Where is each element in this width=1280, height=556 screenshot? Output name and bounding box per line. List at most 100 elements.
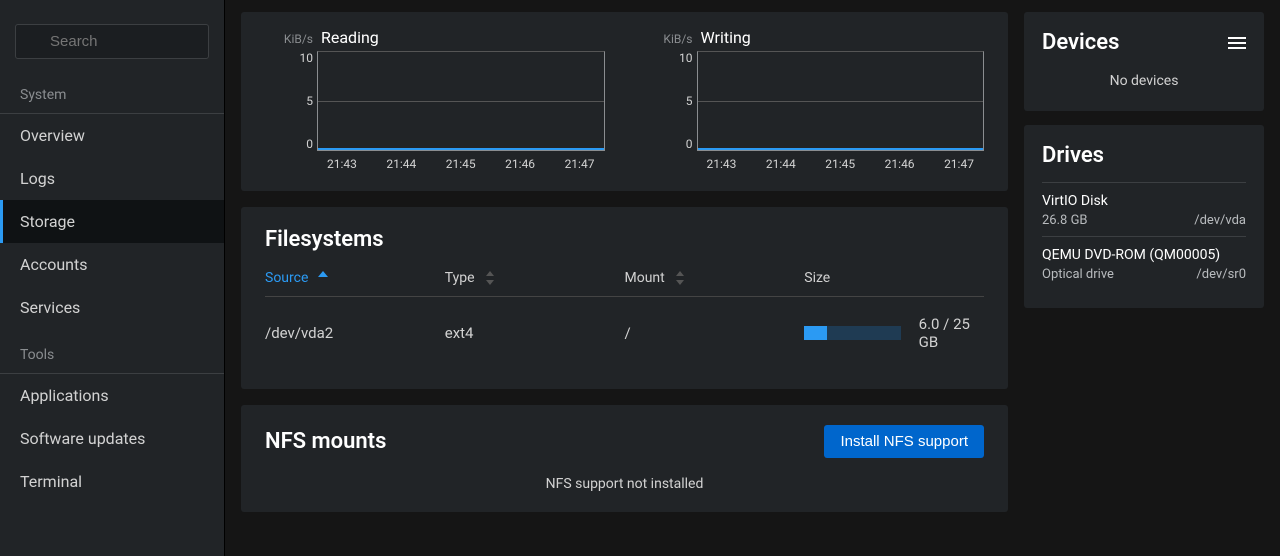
sidebar-item-software-updates[interactable]: Software updates (0, 417, 224, 460)
chart-x-tick: 21:45 (825, 157, 855, 171)
drive-sub: 26.8 GB /dev/vda (1042, 213, 1246, 228)
chart-reading-unit: KiB/s (265, 32, 313, 46)
chart-writing-x-labels: 21:43 21:44 21:45 21:46 21:47 (697, 157, 985, 171)
usage-text: 6.0 / 25 GB (919, 315, 984, 351)
sidebar-item-applications[interactable]: Applications (0, 374, 224, 417)
chart-x-tick: 21:45 (446, 157, 476, 171)
col-size-label: Size (804, 270, 830, 286)
chart-writing-unit: KiB/s (645, 32, 693, 46)
chart-writing: KiB/s Writing 10 5 0 (645, 28, 985, 171)
chart-reading-header: KiB/s Reading (265, 28, 605, 47)
chart-y-tick: 0 (645, 137, 693, 151)
drive-path: /dev/vda (1194, 213, 1246, 228)
devices-empty-text: No devices (1042, 69, 1246, 93)
chart-x-tick: 21:47 (944, 157, 974, 171)
drive-type: Optical drive (1042, 267, 1114, 282)
chart-reading-plot: 10 5 0 21:43 21:44 21:45 21:46 (265, 51, 605, 171)
chart-x-tick: 21:44 (386, 157, 416, 171)
chart-writing-line (698, 148, 984, 150)
nav-group-system: System (0, 69, 224, 114)
drive-size: 26.8 GB (1042, 213, 1088, 228)
drive-sub: Optical drive /dev/sr0 (1042, 267, 1246, 282)
chart-writing-title: Writing (701, 28, 751, 47)
sort-asc-icon (318, 271, 328, 285)
chart-writing-header: KiB/s Writing (645, 28, 985, 47)
chart-y-tick: 5 (265, 94, 313, 108)
col-type-label: Type (445, 270, 475, 286)
col-mount[interactable]: Mount (625, 270, 805, 286)
drive-name: VirtIO Disk (1042, 193, 1246, 209)
chart-writing-area (697, 51, 985, 151)
chart-x-tick: 21:46 (885, 157, 915, 171)
drive-item[interactable]: QEMU DVD-ROM (QM00005) Optical drive /de… (1042, 236, 1246, 290)
cell-size: 6.0 / 25 GB (804, 315, 984, 351)
search-container (0, 12, 224, 69)
main-column: KiB/s Reading 10 5 0 (241, 12, 1008, 556)
nfs-title: NFS mounts (265, 429, 386, 454)
col-type[interactable]: Type (445, 270, 625, 286)
devices-title: Devices (1042, 30, 1119, 55)
usage-bar (804, 326, 900, 340)
nfs-empty-text: NFS support not installed (265, 476, 984, 492)
chart-x-tick: 21:46 (505, 157, 535, 171)
col-source-label: Source (265, 270, 308, 286)
drive-item[interactable]: VirtIO Disk 26.8 GB /dev/vda (1042, 182, 1246, 236)
filesystems-title: Filesystems (265, 227, 984, 252)
sort-icon (485, 271, 495, 285)
nfs-header: NFS mounts Install NFS support (265, 425, 984, 458)
col-mount-label: Mount (625, 270, 665, 286)
right-column: Devices No devices Drives VirtIO Disk 26… (1024, 12, 1264, 556)
usage-bar-fill (804, 326, 827, 340)
sidebar-item-overview[interactable]: Overview (0, 114, 224, 157)
sidebar-item-accounts[interactable]: Accounts (0, 243, 224, 286)
chart-x-tick: 21:47 (565, 157, 595, 171)
chart-gridline (318, 101, 604, 102)
sidebar-item-terminal[interactable]: Terminal (0, 460, 224, 503)
table-row[interactable]: /dev/vda2 ext4 / 6.0 / 25 GB (265, 297, 984, 369)
chart-x-tick: 21:44 (766, 157, 796, 171)
drives-title: Drives (1042, 143, 1104, 168)
sidebar-item-logs[interactable]: Logs (0, 157, 224, 200)
chart-y-tick: 10 (645, 51, 693, 65)
drives-card: Drives VirtIO Disk 26.8 GB /dev/vda QEMU… (1024, 125, 1264, 308)
nav-group-tools: Tools (0, 329, 224, 374)
chart-y-tick: 5 (645, 94, 693, 108)
main-content: KiB/s Reading 10 5 0 (225, 0, 1280, 556)
chart-y-tick: 0 (265, 137, 313, 151)
sidebar-item-storage[interactable]: Storage (0, 200, 224, 243)
sort-icon (675, 271, 685, 285)
filesystems-card: Filesystems Source Type Mount (241, 207, 1008, 389)
chart-x-tick: 21:43 (327, 157, 357, 171)
filesystems-table: Source Type Mount Size (265, 270, 984, 369)
col-source[interactable]: Source (265, 270, 445, 286)
filesystems-header-row: Source Type Mount Size (265, 270, 984, 297)
chart-reading-x-labels: 21:43 21:44 21:45 21:46 21:47 (317, 157, 605, 171)
io-charts-card: KiB/s Reading 10 5 0 (241, 12, 1008, 191)
chart-writing-plot: 10 5 0 21:43 21:44 21:45 21:46 (645, 51, 985, 171)
install-nfs-button[interactable]: Install NFS support (824, 425, 984, 458)
chart-reading: KiB/s Reading 10 5 0 (265, 28, 605, 171)
nfs-card: NFS mounts Install NFS support NFS suppo… (241, 405, 1008, 512)
search-input[interactable] (15, 24, 209, 59)
chart-gridline (698, 101, 984, 102)
cell-mount: / (625, 315, 805, 351)
charts-row: KiB/s Reading 10 5 0 (265, 28, 984, 171)
cell-source: /dev/vda2 (265, 315, 445, 351)
chart-reading-area (317, 51, 605, 151)
chart-reading-title: Reading (321, 28, 379, 47)
chart-reading-line (318, 148, 604, 150)
chart-writing-y-labels: 10 5 0 (645, 51, 693, 151)
chart-y-tick: 10 (265, 51, 313, 65)
sidebar: System Overview Logs Storage Accounts Se… (0, 0, 225, 556)
sidebar-item-services[interactable]: Services (0, 286, 224, 329)
chart-reading-y-labels: 10 5 0 (265, 51, 313, 151)
cell-type: ext4 (445, 315, 625, 351)
drive-path: /dev/sr0 (1196, 267, 1246, 282)
col-size[interactable]: Size (804, 270, 984, 286)
hamburger-icon[interactable] (1228, 37, 1246, 49)
devices-header: Devices (1042, 30, 1246, 55)
drive-name: QEMU DVD-ROM (QM00005) (1042, 247, 1246, 263)
drives-header: Drives (1042, 143, 1246, 168)
devices-card: Devices No devices (1024, 12, 1264, 111)
chart-x-tick: 21:43 (707, 157, 737, 171)
